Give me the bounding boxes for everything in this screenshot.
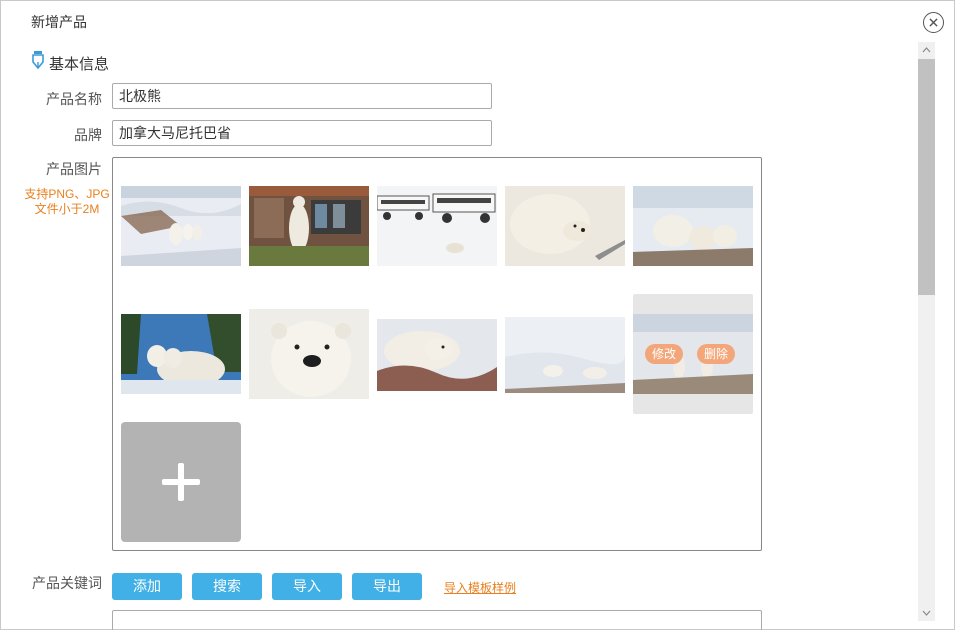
image-format-hint: 支持PNG、JPG 文件小于2M xyxy=(21,187,113,217)
tundra-buggy-vehicles-photo[interactable] xyxy=(377,186,497,266)
search-button[interactable]: 搜索 xyxy=(192,573,262,600)
import-template-link[interactable]: 导入模板样例 xyxy=(444,579,516,596)
brand-label: 品牌 xyxy=(74,127,102,143)
polar-bear-in-brush-photo[interactable] xyxy=(377,319,497,391)
edit-image-button[interactable]: 修改 xyxy=(645,344,684,364)
close-icon[interactable] xyxy=(923,12,944,33)
plus-icon xyxy=(162,463,200,501)
scrollbar-thumb[interactable] xyxy=(918,59,935,295)
add-image-button[interactable] xyxy=(121,422,241,542)
polar-bear-closeup-by-vehicle-photo[interactable] xyxy=(505,186,625,266)
keywords-list-box xyxy=(112,610,762,630)
polar-bear-cubs-group-photo[interactable] xyxy=(633,186,753,266)
scroll-up-icon[interactable] xyxy=(918,42,935,58)
polar-bear-family-walking-photo[interactable] xyxy=(121,186,241,266)
product-image-gallery: 修改 删除 xyxy=(112,157,762,551)
brand-input[interactable]: 加拿大马尼托巴省 xyxy=(112,120,492,146)
pen-marker-icon xyxy=(31,51,45,75)
polar-bear-mother-cubs-den-photo[interactable] xyxy=(121,314,241,394)
polar-bears-resting-snow-photo[interactable] xyxy=(505,317,625,393)
delete-image-button[interactable]: 删除 xyxy=(697,344,736,364)
export-button[interactable]: 导出 xyxy=(352,573,422,600)
section-title-text: 基本信息 xyxy=(49,55,110,73)
add-product-dialog: 新增产品 基本信息 产品名称 北极熊 品牌 加拿大马尼托巴省 产品图片 支持PN… xyxy=(0,0,955,630)
import-button[interactable]: 导入 xyxy=(272,573,342,600)
hint-line-2: 文件小于2M xyxy=(34,202,100,216)
polar-bear-standing-by-lodge-photo[interactable] xyxy=(249,186,369,266)
dialog-title: 新增产品 xyxy=(31,14,87,30)
hint-line-1: 支持PNG、JPG xyxy=(24,187,110,201)
scroll-down-icon[interactable] xyxy=(918,605,935,621)
selected-image-tile[interactable]: 修改 删除 xyxy=(633,294,753,414)
product-name-input[interactable]: 北极熊 xyxy=(112,83,492,109)
product-images-label: 产品图片 xyxy=(46,161,102,177)
product-name-label: 产品名称 xyxy=(46,91,102,107)
add-button[interactable]: 添加 xyxy=(112,573,182,600)
polar-bear-face-closeup-photo[interactable] xyxy=(249,309,369,399)
vertical-scrollbar[interactable] xyxy=(918,42,935,621)
section-basic-info: 基本信息 xyxy=(31,51,109,75)
product-keywords-label: 产品关键词 xyxy=(32,575,102,591)
